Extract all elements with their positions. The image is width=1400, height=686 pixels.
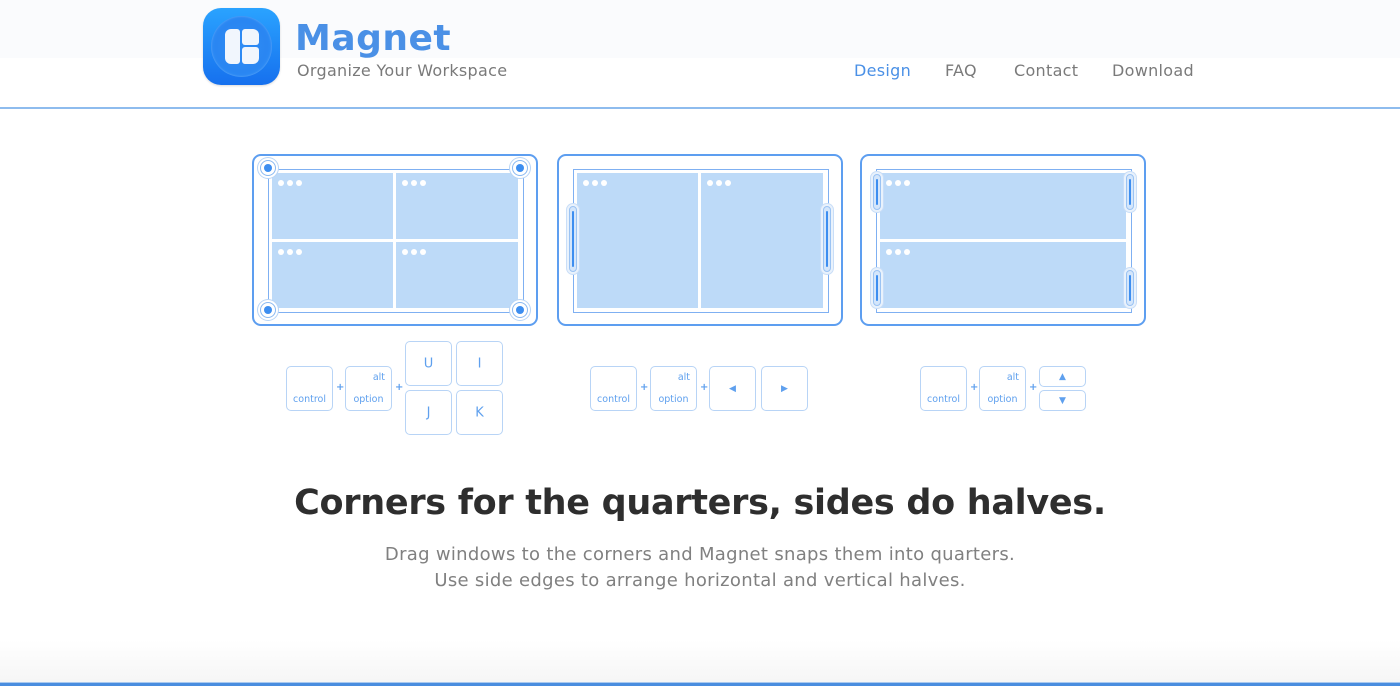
screen-frame [268, 169, 524, 313]
logo-ring [211, 16, 272, 77]
section-description-line-2: Use side edges to arrange horizontal and… [434, 570, 966, 591]
option-key: alt option [650, 366, 697, 411]
plus-icon: + [395, 382, 404, 393]
screen-frame [876, 169, 1132, 313]
window-bottom-half [880, 242, 1126, 308]
vertical-halves-illustration [557, 154, 843, 326]
down-arrow-key: ▼ [1039, 390, 1086, 411]
control-key: control [590, 366, 637, 411]
header-divider [0, 107, 1400, 109]
window-controls-icon [278, 249, 302, 255]
nav-download[interactable]: Download [1112, 61, 1194, 80]
brand-tagline: Organize Your Workspace [297, 61, 508, 80]
right-arrow-icon: ▶ [781, 383, 788, 394]
bottom-right-edge-handle-icon [1126, 270, 1134, 306]
j-key: J [405, 390, 452, 435]
nav-faq[interactable]: FAQ [945, 61, 977, 80]
right-edge-handle-icon [823, 206, 831, 272]
i-key: I [456, 341, 503, 386]
left-arrow-icon: ◀ [729, 383, 736, 394]
window-right-half [701, 173, 823, 308]
window-controls-icon [278, 180, 302, 186]
top-right-edge-handle-icon [1126, 174, 1134, 210]
window-controls-icon [886, 180, 910, 186]
corner-handle-icon [260, 302, 276, 318]
corner-handle-icon [512, 302, 528, 318]
corner-handle-icon [512, 160, 528, 176]
plus-icon: + [640, 382, 649, 393]
control-key: control [920, 366, 967, 411]
control-key: control [286, 366, 333, 411]
key-label: option [658, 394, 689, 405]
down-arrow-icon: ▼ [1059, 395, 1066, 406]
window-top-right [396, 173, 518, 239]
window-controls-icon [402, 180, 426, 186]
logo-pane [242, 47, 259, 64]
left-arrow-key: ◀ [709, 366, 756, 411]
window-top-left [272, 173, 393, 239]
window-bottom-left [272, 242, 393, 308]
key-label: option [353, 394, 384, 405]
top-left-edge-handle-icon [873, 174, 881, 210]
window-bottom-right [396, 242, 518, 308]
key-label: J [426, 405, 431, 420]
option-key: alt option [345, 366, 392, 411]
right-arrow-key: ▶ [761, 366, 808, 411]
plus-icon: + [700, 382, 709, 393]
key-label: control [597, 394, 630, 405]
plus-icon: + [336, 382, 345, 393]
option-key: alt option [979, 366, 1026, 411]
brand-title[interactable]: Magnet [295, 18, 451, 59]
key-label: alt [1006, 372, 1019, 383]
quarters-illustration [252, 154, 538, 326]
section-description-line-1: Drag windows to the corners and Magnet s… [384, 544, 1016, 565]
screen-frame [573, 169, 829, 313]
magnet-app-icon[interactable] [203, 8, 280, 85]
key-label: I [477, 356, 482, 371]
key-label: U [423, 356, 434, 371]
plus-icon: + [1029, 382, 1038, 393]
key-label: alt [372, 372, 385, 383]
horizontal-halves-illustration [860, 154, 1146, 326]
window-controls-icon [583, 180, 607, 186]
bottom-left-edge-handle-icon [873, 270, 881, 306]
left-edge-handle-icon [569, 206, 577, 272]
corner-handle-icon [260, 160, 276, 176]
section-headline: Corners for the quarters, sides do halve… [294, 483, 1106, 523]
logo-pane [242, 29, 259, 45]
up-arrow-icon: ▲ [1059, 371, 1066, 382]
k-key: K [456, 390, 503, 435]
key-label: control [927, 394, 960, 405]
key-label: K [475, 405, 484, 420]
logo-pane [225, 29, 240, 64]
nav-contact[interactable]: Contact [1014, 61, 1078, 80]
up-arrow-key: ▲ [1039, 366, 1086, 387]
key-label: alt [677, 372, 690, 383]
window-controls-icon [402, 249, 426, 255]
window-controls-icon [886, 249, 910, 255]
window-top-half [880, 173, 1126, 239]
section-bottom-divider [0, 682, 1400, 686]
section-bottom-shadow [0, 640, 1400, 682]
key-label: option [987, 394, 1018, 405]
nav-design[interactable]: Design [854, 61, 911, 80]
plus-icon: + [970, 382, 979, 393]
key-label: control [293, 394, 326, 405]
window-controls-icon [707, 180, 731, 186]
u-key: U [405, 341, 452, 386]
window-left-half [577, 173, 698, 308]
